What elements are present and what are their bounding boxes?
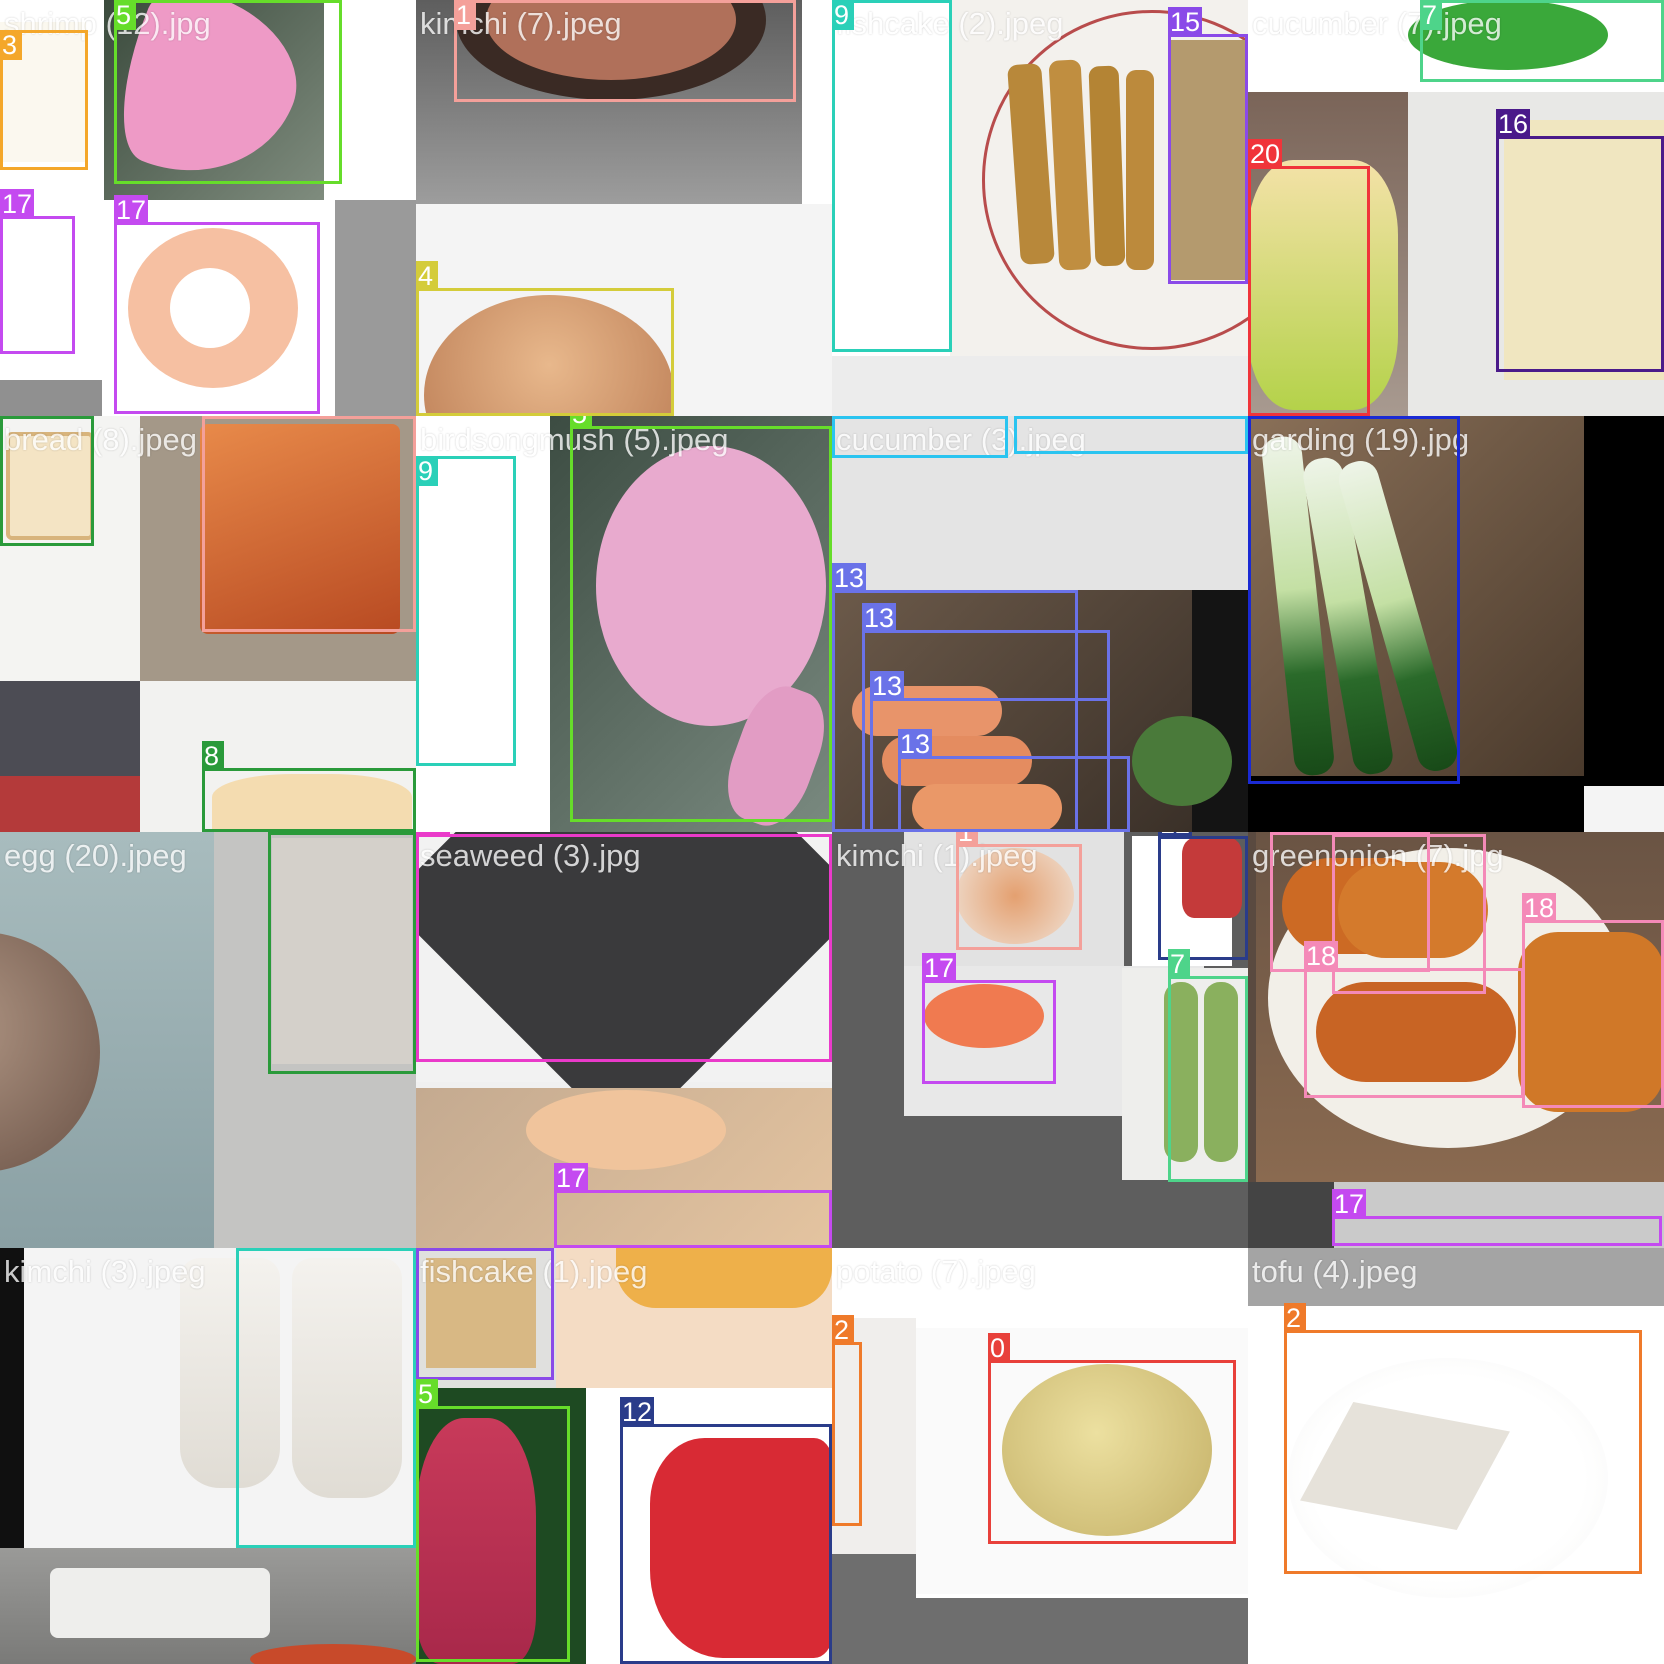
mosaic-tile: potato (7).jpeg 2 0 bbox=[832, 1248, 1248, 1664]
image-filename: fishcake (2).jpeg bbox=[836, 6, 1064, 41]
mosaic-tile: cucumber (7).jpeg 7 20 16 bbox=[1248, 0, 1664, 416]
box-label: 11 bbox=[1014, 416, 1047, 419]
mosaic-tile: greenonion (7).jpg 18 18 18 18 17 bbox=[1248, 832, 1664, 1248]
image-filename: garding (19).jpg bbox=[1252, 422, 1470, 457]
mosaic-tile: shrimp (12).jpg 5 3 17 17 bbox=[0, 0, 416, 416]
mosaic-tile: birdsongmush (5).jpeg 9 5 bbox=[416, 416, 832, 832]
mosaic-tile: seaweed (3).jpg 19 17 bbox=[416, 832, 832, 1248]
image-filename: potato (7).jpeg bbox=[836, 1254, 1036, 1289]
mosaic-tile: kimchi (1).jpeg 1 12 17 7 bbox=[832, 832, 1248, 1248]
mosaic-tile: cucumber (3).jpeg 11 11 13 13 13 13 bbox=[832, 416, 1248, 832]
mosaic-tile: fishcake (1).jpeg 15 5 12 bbox=[416, 1248, 832, 1664]
image-filename: birdsongmush (5).jpeg bbox=[420, 422, 729, 457]
image-filename: cucumber (7).jpeg bbox=[1252, 6, 1502, 41]
mosaic-tile: kimchi (7).jpeg 1 4 bbox=[416, 0, 832, 416]
bounding-box: 9 bbox=[416, 456, 516, 766]
box-label: 9 bbox=[236, 1248, 258, 1251]
box-label: 2 bbox=[1284, 1303, 1306, 1333]
bounding-box: 17 bbox=[0, 189, 75, 354]
image-filename: kimchi (3).jpeg bbox=[4, 1254, 206, 1289]
mosaic-tile: kimchi (3).jpeg 9 bbox=[0, 1248, 416, 1664]
image-filename: bread (8).jpeg bbox=[4, 422, 198, 457]
image-filename: egg (20).jpeg bbox=[4, 838, 187, 873]
mosaic-tile: garding (19).jpg 14 bbox=[1248, 416, 1664, 832]
mosaic-tile: tofu (4).jpeg 2 bbox=[1248, 1248, 1664, 1664]
image-filename: kimchi (7).jpeg bbox=[420, 6, 622, 41]
mosaic-tile: egg (20).jpeg 8 bbox=[0, 832, 416, 1248]
image-filename: seaweed (3).jpg bbox=[420, 838, 641, 873]
mosaic-tile: bread (8).jpeg 8 1 8 bbox=[0, 416, 416, 832]
image-filename: fishcake (1).jpeg bbox=[420, 1254, 648, 1289]
mosaic-tile: fishcake (2).jpeg 9 15 bbox=[832, 0, 1248, 416]
box-label: 9 bbox=[416, 456, 438, 486]
image-filename: shrimp (12).jpg bbox=[4, 6, 211, 41]
image-filename: tofu (4).jpeg bbox=[1252, 1254, 1418, 1289]
image-filename: kimchi (1).jpeg bbox=[836, 838, 1038, 873]
box-label: 13 bbox=[832, 563, 867, 593]
bounding-box: 9 bbox=[832, 0, 952, 352]
image-filename: cucumber (3).jpeg bbox=[836, 422, 1086, 457]
box-label: 17 bbox=[0, 189, 35, 219]
image-filename: greenonion (7).jpg bbox=[1252, 838, 1504, 873]
box-label: 11 bbox=[832, 416, 865, 419]
